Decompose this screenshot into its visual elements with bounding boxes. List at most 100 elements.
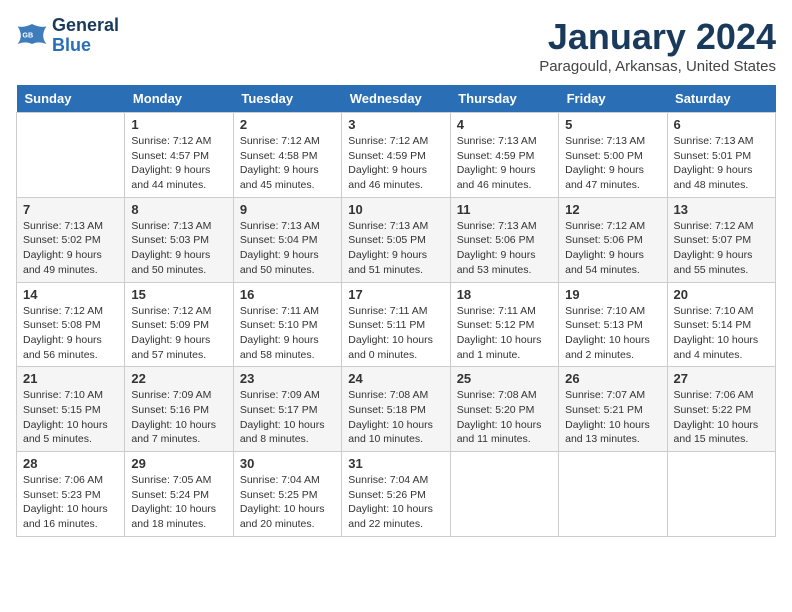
day-info: Sunrise: 7:12 AMSunset: 5:06 PMDaylight:… <box>565 219 660 278</box>
day-header-monday: Monday <box>125 85 233 113</box>
logo-icon: GB <box>16 20 48 52</box>
day-info: Sunrise: 7:08 AMSunset: 5:18 PMDaylight:… <box>348 388 443 447</box>
calendar-cell: 11 Sunrise: 7:13 AMSunset: 5:06 PMDayligh… <box>450 197 558 282</box>
day-info: Sunrise: 7:12 AMSunset: 4:57 PMDaylight:… <box>131 134 226 193</box>
calendar-cell: 7 Sunrise: 7:13 AMSunset: 5:02 PMDaylight… <box>17 197 125 282</box>
calendar-cell: 18 Sunrise: 7:11 AMSunset: 5:12 PMDayligh… <box>450 282 558 367</box>
day-number: 9 <box>240 202 335 217</box>
day-number: 24 <box>348 371 443 386</box>
day-info: Sunrise: 7:12 AMSunset: 5:08 PMDaylight:… <box>23 304 118 363</box>
calendar-cell <box>17 113 125 198</box>
month-title: January 2024 <box>539 16 776 58</box>
location-text: Paragould, Arkansas, United States <box>539 58 776 75</box>
day-info: Sunrise: 7:04 AMSunset: 5:26 PMDaylight:… <box>348 473 443 532</box>
calendar-cell: 31 Sunrise: 7:04 AMSunset: 5:26 PMDayligh… <box>342 452 450 537</box>
calendar-cell: 17 Sunrise: 7:11 AMSunset: 5:11 PMDayligh… <box>342 282 450 367</box>
calendar-cell: 13Sunrise: 7:12 AMSunset: 5:07 PMDayligh… <box>667 197 775 282</box>
calendar-cell: 27Sunrise: 7:06 AMSunset: 5:22 PMDayligh… <box>667 367 775 452</box>
day-info: Sunrise: 7:06 AMSunset: 5:23 PMDaylight:… <box>23 473 118 532</box>
calendar-week-row: 21Sunrise: 7:10 AMSunset: 5:15 PMDayligh… <box>17 367 776 452</box>
day-number: 17 <box>348 287 443 302</box>
day-info: Sunrise: 7:11 AMSunset: 5:12 PMDaylight:… <box>457 304 552 363</box>
calendar-cell: 28Sunrise: 7:06 AMSunset: 5:23 PMDayligh… <box>17 452 125 537</box>
day-info: Sunrise: 7:13 AMSunset: 5:01 PMDaylight:… <box>674 134 769 193</box>
day-number: 4 <box>457 117 552 132</box>
calendar-cell: 21Sunrise: 7:10 AMSunset: 5:15 PMDayligh… <box>17 367 125 452</box>
calendar-table: SundayMondayTuesdayWednesdayThursdayFrid… <box>16 85 776 537</box>
day-number: 2 <box>240 117 335 132</box>
day-number: 12 <box>565 202 660 217</box>
calendar-week-row: 14 Sunrise: 7:12 AMSunset: 5:08 PMDayligh… <box>17 282 776 367</box>
calendar-cell <box>667 452 775 537</box>
day-info: Sunrise: 7:13 AMSunset: 5:04 PMDaylight:… <box>240 219 335 278</box>
title-section: January 2024 Paragould, Arkansas, United… <box>539 16 776 75</box>
day-info: Sunrise: 7:11 AMSunset: 5:11 PMDaylight:… <box>348 304 443 363</box>
calendar-cell: 2 Sunrise: 7:12 AMSunset: 4:58 PMDaylight… <box>233 113 341 198</box>
day-info: Sunrise: 7:13 AMSunset: 5:02 PMDaylight:… <box>23 219 118 278</box>
calendar-cell: 29 Sunrise: 7:05 AMSunset: 5:24 PMDayligh… <box>125 452 233 537</box>
day-info: Sunrise: 7:10 AMSunset: 5:15 PMDaylight:… <box>23 388 118 447</box>
day-header-wednesday: Wednesday <box>342 85 450 113</box>
calendar-cell: 5Sunrise: 7:13 AMSunset: 5:00 PMDaylight… <box>559 113 667 198</box>
page-header: GB General Blue January 2024 Paragould, … <box>16 16 776 75</box>
calendar-cell: 22 Sunrise: 7:09 AMSunset: 5:16 PMDayligh… <box>125 367 233 452</box>
day-header-saturday: Saturday <box>667 85 775 113</box>
calendar-cell: 16 Sunrise: 7:11 AMSunset: 5:10 PMDayligh… <box>233 282 341 367</box>
day-number: 8 <box>131 202 226 217</box>
day-info: Sunrise: 7:13 AMSunset: 4:59 PMDaylight:… <box>457 134 552 193</box>
calendar-cell: 14 Sunrise: 7:12 AMSunset: 5:08 PMDayligh… <box>17 282 125 367</box>
day-info: Sunrise: 7:06 AMSunset: 5:22 PMDaylight:… <box>674 388 769 447</box>
calendar-cell: 30Sunrise: 7:04 AMSunset: 5:25 PMDayligh… <box>233 452 341 537</box>
day-number: 22 <box>131 371 226 386</box>
day-info: Sunrise: 7:12 AMSunset: 4:58 PMDaylight:… <box>240 134 335 193</box>
calendar-cell: 19 Sunrise: 7:10 AMSunset: 5:13 PMDayligh… <box>559 282 667 367</box>
day-number: 30 <box>240 456 335 471</box>
day-number: 18 <box>457 287 552 302</box>
calendar-cell <box>450 452 558 537</box>
calendar-cell: 1 Sunrise: 7:12 AMSunset: 4:57 PMDaylight… <box>125 113 233 198</box>
day-info: Sunrise: 7:09 AMSunset: 5:17 PMDaylight:… <box>240 388 335 447</box>
day-number: 13 <box>674 202 769 217</box>
day-number: 6 <box>674 117 769 132</box>
calendar-cell: 26Sunrise: 7:07 AMSunset: 5:21 PMDayligh… <box>559 367 667 452</box>
day-number: 11 <box>457 202 552 217</box>
day-number: 3 <box>348 117 443 132</box>
calendar-cell: 8 Sunrise: 7:13 AMSunset: 5:03 PMDaylight… <box>125 197 233 282</box>
day-header-friday: Friday <box>559 85 667 113</box>
day-info: Sunrise: 7:10 AMSunset: 5:14 PMDaylight:… <box>674 304 769 363</box>
day-number: 19 <box>565 287 660 302</box>
day-number: 25 <box>457 371 552 386</box>
day-number: 7 <box>23 202 118 217</box>
calendar-cell: 20 Sunrise: 7:10 AMSunset: 5:14 PMDayligh… <box>667 282 775 367</box>
calendar-cell: 9 Sunrise: 7:13 AMSunset: 5:04 PMDaylight… <box>233 197 341 282</box>
day-info: Sunrise: 7:13 AMSunset: 5:05 PMDaylight:… <box>348 219 443 278</box>
day-number: 29 <box>131 456 226 471</box>
calendar-cell: 12 Sunrise: 7:12 AMSunset: 5:06 PMDayligh… <box>559 197 667 282</box>
day-info: Sunrise: 7:10 AMSunset: 5:13 PMDaylight:… <box>565 304 660 363</box>
day-number: 20 <box>674 287 769 302</box>
day-info: Sunrise: 7:12 AMSunset: 5:09 PMDaylight:… <box>131 304 226 363</box>
calendar-week-row: 1 Sunrise: 7:12 AMSunset: 4:57 PMDaylight… <box>17 113 776 198</box>
day-number: 15 <box>131 287 226 302</box>
day-number: 26 <box>565 371 660 386</box>
day-number: 14 <box>23 287 118 302</box>
day-info: Sunrise: 7:12 AMSunset: 4:59 PMDaylight:… <box>348 134 443 193</box>
day-info: Sunrise: 7:13 AMSunset: 5:06 PMDaylight:… <box>457 219 552 278</box>
calendar-cell: 15 Sunrise: 7:12 AMSunset: 5:09 PMDayligh… <box>125 282 233 367</box>
day-info: Sunrise: 7:05 AMSunset: 5:24 PMDaylight:… <box>131 473 226 532</box>
calendar-cell: 10Sunrise: 7:13 AMSunset: 5:05 PMDayligh… <box>342 197 450 282</box>
day-header-sunday: Sunday <box>17 85 125 113</box>
day-number: 31 <box>348 456 443 471</box>
logo: GB General Blue <box>16 16 119 56</box>
day-info: Sunrise: 7:13 AMSunset: 5:00 PMDaylight:… <box>565 134 660 193</box>
calendar-cell: 3 Sunrise: 7:12 AMSunset: 4:59 PMDaylight… <box>342 113 450 198</box>
day-info: Sunrise: 7:08 AMSunset: 5:20 PMDaylight:… <box>457 388 552 447</box>
calendar-cell: 25 Sunrise: 7:08 AMSunset: 5:20 PMDayligh… <box>450 367 558 452</box>
day-info: Sunrise: 7:11 AMSunset: 5:10 PMDaylight:… <box>240 304 335 363</box>
day-number: 1 <box>131 117 226 132</box>
day-info: Sunrise: 7:09 AMSunset: 5:16 PMDaylight:… <box>131 388 226 447</box>
calendar-cell <box>559 452 667 537</box>
calendar-week-row: 28Sunrise: 7:06 AMSunset: 5:23 PMDayligh… <box>17 452 776 537</box>
day-number: 16 <box>240 287 335 302</box>
day-info: Sunrise: 7:13 AMSunset: 5:03 PMDaylight:… <box>131 219 226 278</box>
